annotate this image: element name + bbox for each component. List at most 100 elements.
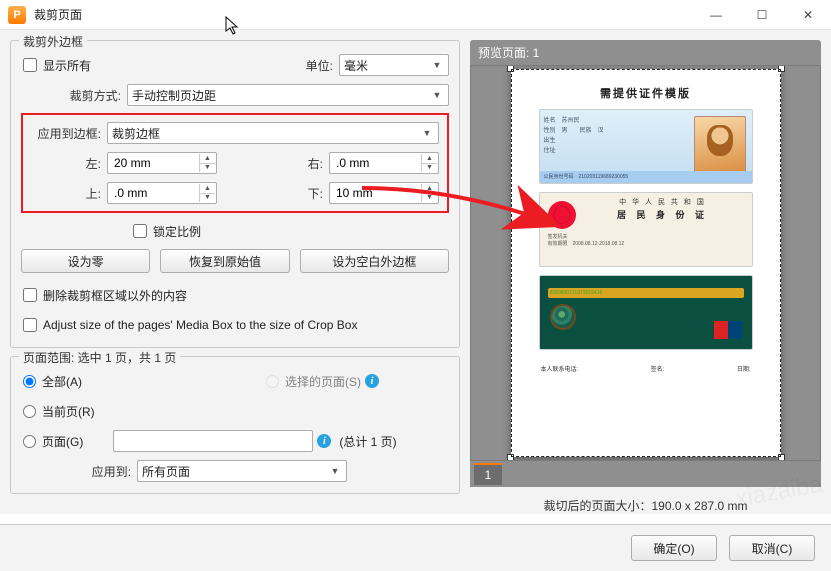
range-all-label: 全部(A)	[42, 373, 82, 390]
range-current-radio[interactable]	[23, 405, 36, 418]
spin-down-icon[interactable]: ▼	[199, 194, 215, 203]
chevron-down-icon: ▼	[428, 85, 446, 105]
range-selected-label: 选择的页面(S)	[285, 373, 361, 390]
restore-button[interactable]: 恢复到原始值	[160, 249, 289, 273]
lock-ratio-checkbox[interactable]	[133, 224, 147, 238]
cancel-button[interactable]: 取消(C)	[729, 535, 815, 561]
id-card-detail: 签发机关 有效期限 2008.08.12-2018.08.12	[548, 229, 744, 247]
preview-panel: 预览页面: 1 需提供证件模版 姓名 苏州民 性别 男 民族 汉 出生 住址 公…	[470, 40, 821, 514]
adjust-media-label: Adjust size of the pages' Media Box to t…	[43, 318, 357, 332]
left-margin-input[interactable]	[112, 155, 198, 171]
preview-header: 预览页面: 1	[470, 40, 821, 65]
info-icon[interactable]: i	[365, 374, 379, 388]
right-margin-label: 右:	[299, 155, 323, 172]
bottom-margin-label: 下:	[299, 185, 323, 202]
chevron-down-icon: ▼	[428, 55, 446, 75]
id-card-line1: 中 华 人 民 共 和 国	[548, 197, 744, 209]
right-margin-input[interactable]	[334, 155, 420, 171]
bank-card-number: 9560890131373015416	[548, 288, 744, 298]
crop-handle[interactable]	[778, 65, 785, 72]
foot-date: 日期:	[737, 364, 751, 373]
lock-ratio-label: 锁定比例	[153, 223, 201, 240]
spin-up-icon[interactable]: ▲	[199, 154, 215, 164]
id-card-number: 公民身份号码 210203119689230055	[540, 171, 752, 183]
range-pages-radio[interactable]	[23, 435, 36, 448]
page-number-tab[interactable]: 1	[474, 463, 502, 485]
doc-footer: 本人联系电话: 签名: 日期:	[539, 358, 753, 373]
apply-to-box-value: 裁剪边框	[112, 125, 160, 142]
top-margin-label: 上:	[31, 185, 101, 202]
preview-canvas[interactable]: 需提供证件模版 姓名 苏州民 性别 男 民族 汉 出生 住址 公民身份号码 21…	[470, 65, 821, 461]
bottom-margin-spinner[interactable]: ▲▼	[329, 182, 439, 204]
spin-up-icon[interactable]: ▲	[421, 184, 437, 194]
dialog-button-bar: 确定(O) 取消(C)	[0, 524, 831, 571]
bottom-margin-input[interactable]	[334, 185, 420, 201]
window-title: 裁剪页面	[34, 6, 82, 23]
apply-to-box-combo[interactable]: 裁剪边框 ▼	[107, 122, 439, 144]
id-card-line2: 居 民 身 份 证	[548, 209, 744, 221]
chevron-down-icon: ▼	[326, 461, 344, 481]
id-card-front: 姓名 苏州民 性别 男 民族 汉 出生 住址 公民身份号码 2102031196…	[539, 109, 753, 184]
ok-button[interactable]: 确定(O)	[631, 535, 717, 561]
page-range-legend: 页面范围: 选中 1 页，共 1 页	[19, 349, 180, 366]
crop-handle[interactable]	[778, 454, 785, 461]
chevron-down-icon: ▼	[418, 123, 436, 143]
set-blank-button[interactable]: 设为空白外边框	[300, 249, 449, 273]
spin-down-icon[interactable]: ▼	[421, 194, 437, 203]
crop-margins-legend: 裁剪外边框	[19, 33, 87, 50]
spin-down-icon[interactable]: ▼	[421, 164, 437, 173]
top-margin-input[interactable]	[112, 185, 198, 201]
apply-to-combo[interactable]: 所有页面 ▼	[137, 460, 347, 482]
highlighted-region: 应用到边框: 裁剪边框 ▼ 左: ▲▼ 右:	[21, 113, 449, 213]
show-all-checkbox[interactable]	[23, 58, 37, 72]
adjust-media-checkbox[interactable]	[23, 318, 37, 332]
title-bar: P 裁剪页面 — ☐ ✕	[0, 0, 831, 30]
maximize-button[interactable]: ☐	[739, 0, 785, 30]
range-all-radio[interactable]	[23, 375, 36, 388]
spin-up-icon[interactable]: ▲	[199, 184, 215, 194]
top-margin-spinner[interactable]: ▲▼	[107, 182, 217, 204]
foot-sign: 签名:	[651, 364, 665, 373]
cropped-size-info: 裁切后的页面大小：190.0 x 287.0 mm	[470, 487, 821, 514]
unit-combo[interactable]: 毫米 ▼	[339, 54, 449, 76]
unionpay-icon	[714, 321, 742, 339]
show-all-label: 显示所有	[43, 57, 91, 74]
crop-mode-combo[interactable]: 手动控制页边距 ▼	[127, 84, 449, 106]
preview-page[interactable]: 需提供证件模版 姓名 苏州民 性别 男 民族 汉 出生 住址 公民身份号码 21…	[511, 69, 781, 457]
preview-footer: 1	[470, 461, 821, 487]
crop-margins-group: 裁剪外边框 显示所有 单位: 毫米 ▼ 裁剪方式: 手动控制页边距 ▼	[10, 40, 460, 348]
apply-to-label: 应用到:	[21, 463, 131, 480]
left-margin-spinner[interactable]: ▲▼	[107, 152, 217, 174]
range-pages-label: 页面(G)	[42, 433, 83, 450]
crop-handle[interactable]	[507, 454, 514, 461]
crop-mode-value: 手动控制页边距	[132, 87, 216, 104]
bank-card: 9560890131373015416	[539, 275, 753, 350]
delete-outside-checkbox[interactable]	[23, 288, 37, 302]
coin-icon	[550, 304, 576, 330]
apply-to-box-label: 应用到边框:	[31, 125, 101, 142]
unit-label: 单位:	[293, 57, 333, 74]
spin-up-icon[interactable]: ▲	[421, 154, 437, 164]
spin-down-icon[interactable]: ▼	[199, 164, 215, 173]
close-button[interactable]: ✕	[785, 0, 831, 30]
id-card-back: 中 华 人 民 共 和 国 居 民 身 份 证 签发机关 有效期限 2008.0…	[539, 192, 753, 267]
apply-to-value: 所有页面	[142, 463, 190, 480]
crop-mode-label: 裁剪方式:	[21, 87, 121, 104]
id-card-photo	[694, 116, 746, 177]
info-icon[interactable]: i	[317, 434, 331, 448]
emblem-icon	[548, 201, 576, 229]
left-margin-label: 左:	[31, 155, 101, 172]
range-selected-radio	[266, 375, 279, 388]
right-margin-spinner[interactable]: ▲▼	[329, 152, 439, 174]
set-zero-button[interactable]: 设为零	[21, 249, 150, 273]
minimize-button[interactable]: —	[693, 0, 739, 30]
doc-title: 需提供证件模版	[539, 85, 753, 101]
app-logo-icon: P	[8, 6, 26, 24]
delete-outside-label: 删除裁剪框区域以外的内容	[43, 287, 187, 304]
page-range-group: 页面范围: 选中 1 页，共 1 页 全部(A) 选择的页面(S) i 当前页(…	[10, 356, 460, 494]
pages-input[interactable]	[113, 430, 313, 452]
foot-phone: 本人联系电话:	[541, 364, 579, 373]
crop-handle[interactable]	[507, 65, 514, 72]
range-current-label: 当前页(R)	[42, 403, 95, 420]
pages-total-label: (总计 1 页)	[339, 433, 396, 450]
